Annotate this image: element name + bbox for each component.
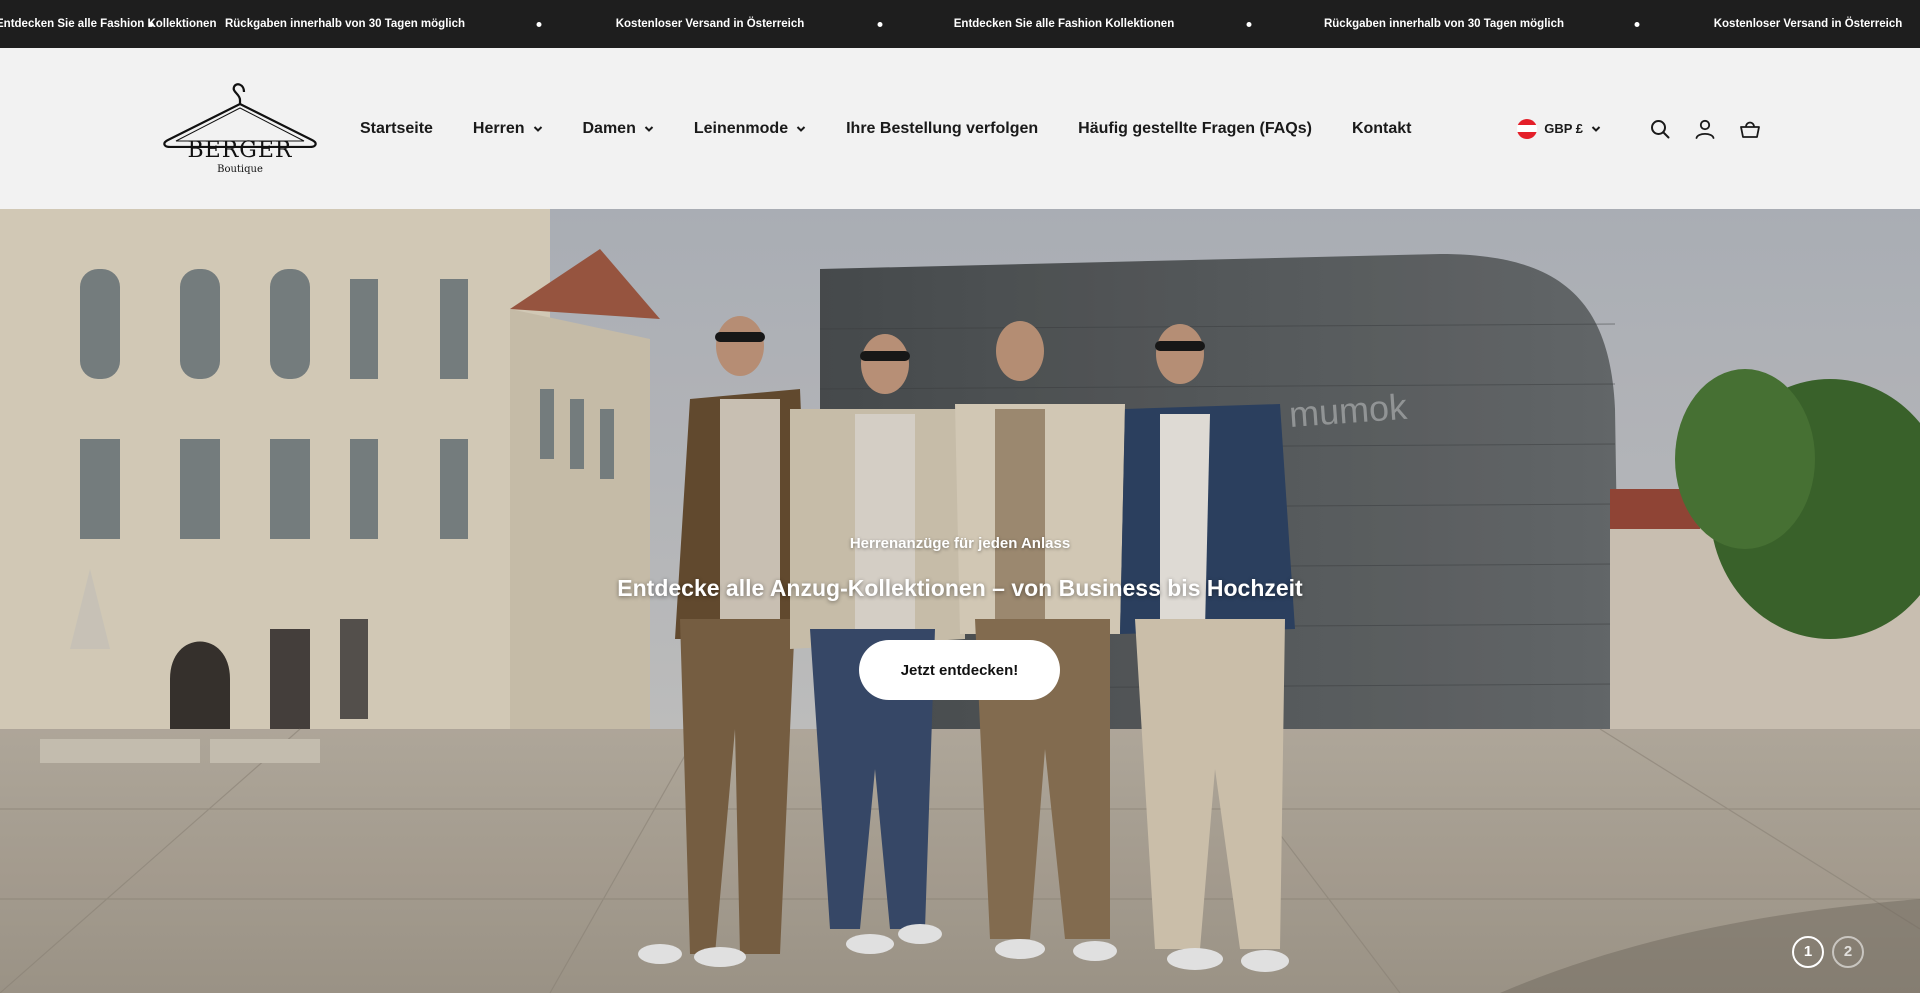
nav-item-label: Startseite (360, 119, 433, 137)
currency-selector[interactable]: GBP £ (1517, 118, 1601, 139)
announcement-bar: Entdecken Sie alle Fashion Kollektionen … (0, 0, 1920, 48)
announcement-separator-dot (1246, 22, 1252, 27)
chevron-down-icon (644, 125, 654, 132)
announcement-text: Kostenloser Versand in Österreich (615, 18, 805, 30)
brand-logo[interactable]: BERGER Boutique (160, 78, 320, 178)
nav-item-label: Häufig gestellte Fragen (FAQs) (1078, 119, 1312, 137)
brand-subtitle: Boutique (217, 164, 263, 175)
slide-page-button-1[interactable]: 1 (1792, 936, 1824, 968)
announcement-text: Kostenloser Versand in Österreich (1713, 18, 1903, 30)
announcement-text: Rückgaben innerhalb von 30 Tagen möglich (224, 18, 466, 30)
announcement-separator-dot (536, 22, 542, 27)
announcement-text: Rückgaben innerhalb von 30 Tagen möglich (1323, 18, 1565, 30)
nav-item-label: Ihre Bestellung verfolgen (846, 119, 1039, 137)
austria-flag-icon (1517, 118, 1538, 139)
account-icon[interactable] (1693, 117, 1717, 141)
chevron-down-icon (533, 125, 542, 132)
nav-item-herren[interactable]: Herren (473, 120, 543, 138)
announcement-separator-dot (877, 22, 883, 27)
announcement-separator-dot (1634, 22, 1640, 27)
nav-item-label: Kontakt (1351, 119, 1412, 137)
announcement-text: Entdecken Sie alle Fashion Kollektionen (953, 18, 1175, 30)
discover-button[interactable]: Jetzt entdecken! (859, 640, 1060, 700)
nav-item-order-tracking[interactable]: Ihre Bestellung verfolgen (846, 120, 1038, 138)
announcement-track: Entdecken Sie alle Fashion Kollektionen … (0, 0, 1920, 48)
nav-item-leinenmode[interactable]: Leinenmode (694, 120, 806, 138)
announcement-separator-dot (148, 22, 154, 27)
nav-item-damen[interactable]: Damen (583, 120, 654, 138)
nav-item-faqs[interactable]: Häufig gestellte Fragen (FAQs) (1078, 120, 1312, 138)
slide-page-button-2[interactable]: 2 (1832, 936, 1864, 968)
hero-title: Entdecke alle Anzug-Kollektionen – von B… (617, 575, 1303, 601)
site-header: BERGER Boutique Startseite Herren Damen … (0, 48, 1920, 209)
chevron-down-icon (1591, 125, 1601, 132)
hero-banner: mumok Herrenanzüge für jeden Anlass Entd… (0, 209, 1920, 993)
main-navigation: Startseite Herren Damen Leinenmode Ihre … (360, 48, 1452, 209)
nav-item-startseite[interactable]: Startseite (360, 120, 433, 138)
nav-item-label: Leinenmode (693, 119, 789, 137)
nav-item-kontakt[interactable]: Kontakt (1352, 120, 1412, 138)
cart-icon[interactable] (1738, 117, 1762, 141)
currency-label: GBP £ (1544, 121, 1583, 136)
hero-subtitle: Herrenanzüge für jeden Anlass (849, 535, 1071, 552)
header-actions: GBP £ (1517, 48, 1762, 209)
search-icon[interactable] (1648, 117, 1672, 141)
nav-item-label: Herren (472, 119, 525, 137)
chevron-down-icon (796, 125, 806, 132)
announcement-text: Entdecken Sie alle Fashion Kollektionen (0, 18, 217, 30)
brand-name: BERGER (187, 138, 293, 163)
nav-item-label: Damen (582, 119, 636, 137)
